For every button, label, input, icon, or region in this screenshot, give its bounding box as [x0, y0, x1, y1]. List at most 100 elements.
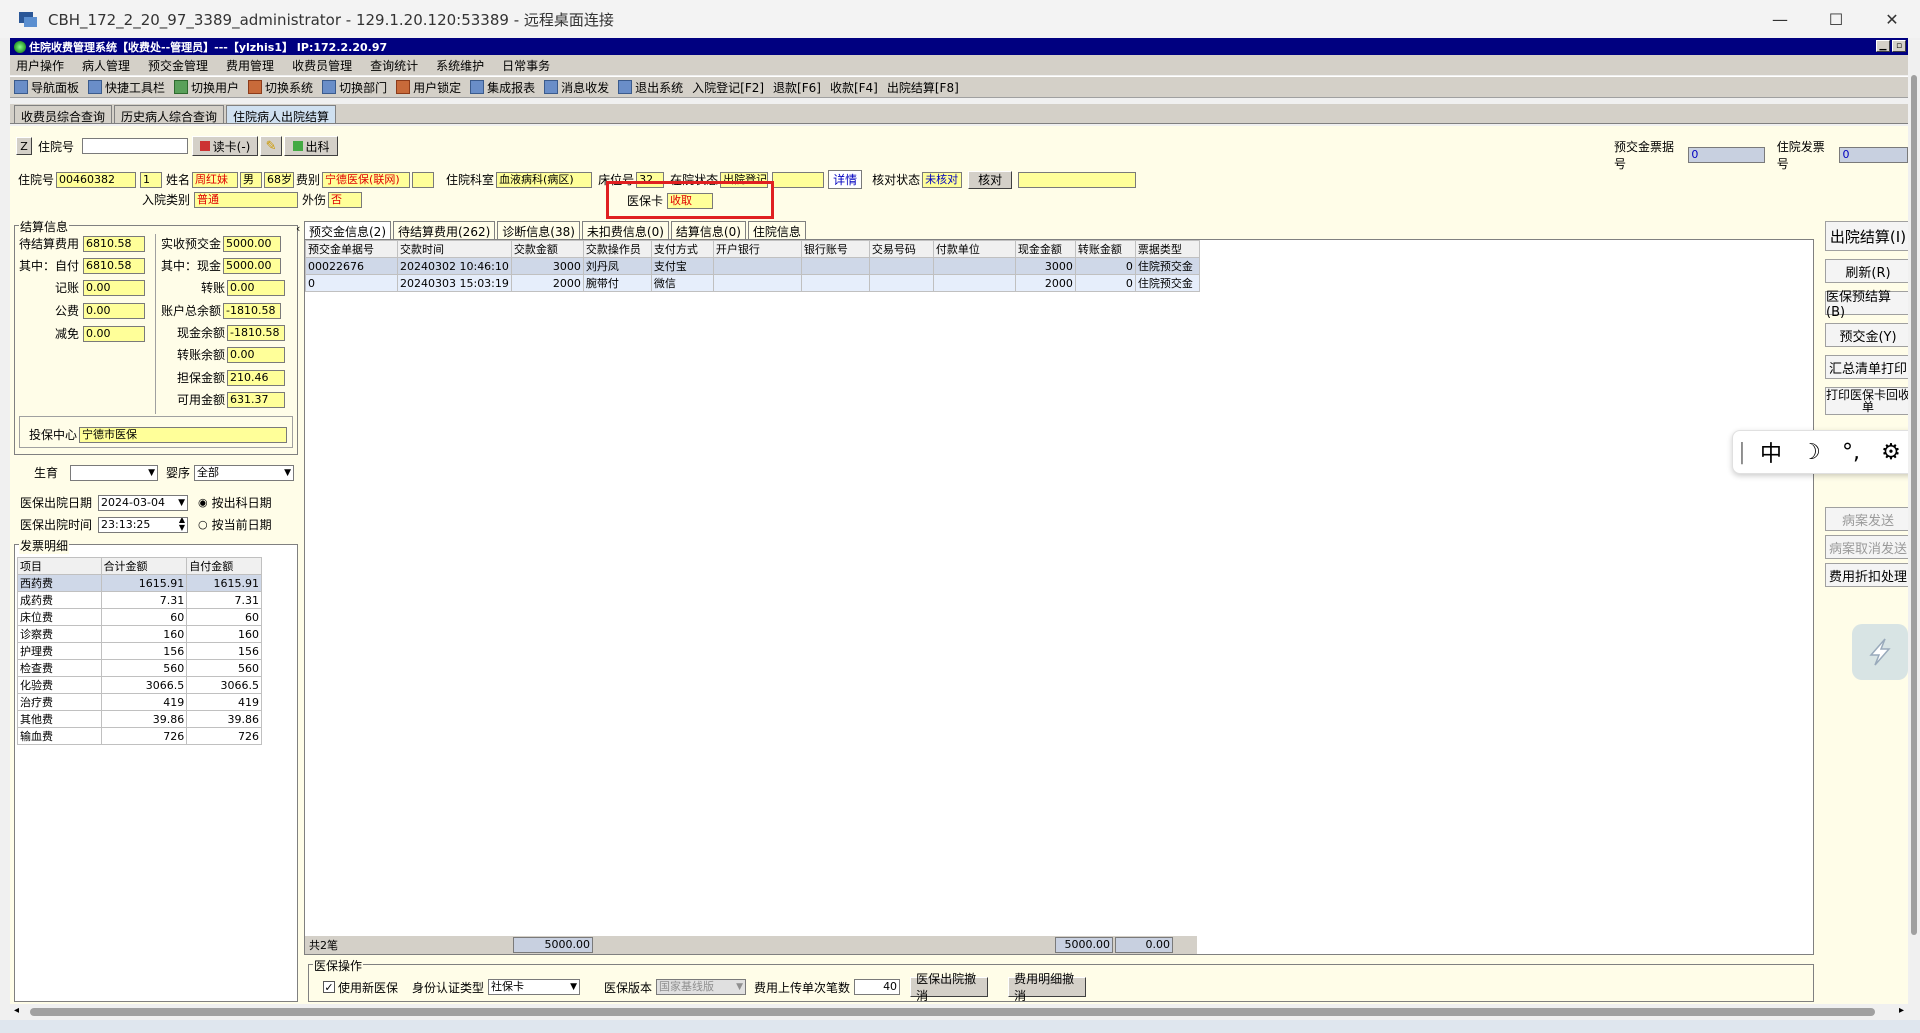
- invoice-no-field[interactable]: 0: [1839, 147, 1908, 163]
- table-row[interactable]: 化验费 3066.5 3066.5: [17, 676, 262, 694]
- toolbar-switch-user[interactable]: 切换用户: [174, 79, 239, 96]
- department-label: 住院科室: [446, 173, 495, 187]
- cancel-insurance-discharge-button[interactable]: 医保出院撤消: [910, 972, 989, 1003]
- table-row[interactable]: 检查费 560 560: [17, 659, 262, 677]
- menu-fee[interactable]: 费用管理: [226, 57, 274, 74]
- admission-no-search-input[interactable]: [82, 138, 189, 154]
- table-row[interactable]: 西药费 1615.91 1615.91: [17, 574, 262, 592]
- gear-icon[interactable]: ⚙: [1871, 440, 1911, 465]
- read-card-button[interactable]: 读卡(-): [192, 136, 259, 156]
- app-minimize-button[interactable]: ▁: [1876, 40, 1890, 52]
- radio-by-current[interactable]: ○: [198, 518, 208, 531]
- name-label: 姓名: [166, 173, 191, 187]
- discharge-department-button[interactable]: 出科: [284, 136, 339, 156]
- menu-patient[interactable]: 病人管理: [82, 57, 130, 74]
- toolbar-refund[interactable]: 退款[F6]: [773, 79, 821, 96]
- table-row[interactable]: 0 20240303 15:03:19 2000 腕带付 微信 2000 0 住…: [305, 274, 1200, 292]
- splitter-arrow-icon[interactable]: ‹: [296, 222, 300, 235]
- vertical-scrollbar[interactable]: [1908, 55, 1920, 1005]
- ime-drag-handle[interactable]: |: [1733, 440, 1751, 465]
- tab-undeducted[interactable]: 未扣费信息(0): [581, 221, 669, 241]
- toolbar-quick-tools[interactable]: 快捷工具栏: [88, 79, 165, 96]
- detail-link[interactable]: 详情: [828, 170, 863, 189]
- toolbar-lock-user[interactable]: 用户锁定: [396, 79, 461, 96]
- scroll-right-icon[interactable]: ▸: [1899, 1005, 1904, 1016]
- discharge-date-picker[interactable]: 2024-03-04 ▼: [98, 494, 189, 511]
- menu-daily[interactable]: 日常事务: [502, 57, 550, 74]
- col-trade-no: 交易号码: [868, 240, 934, 258]
- close-button[interactable]: ✕: [1864, 0, 1920, 38]
- insurance-presettle-button[interactable]: 医保预结算(B): [1825, 290, 1911, 320]
- floating-assistant-icon[interactable]: [1852, 624, 1908, 680]
- menu-query[interactable]: 查询统计: [370, 57, 418, 74]
- check-status: 未核对: [922, 171, 963, 188]
- tab-inpatient-info[interactable]: 住院信息: [747, 221, 806, 241]
- horizontal-scroll-thumb[interactable]: [30, 1008, 1875, 1016]
- vertical-scroll-thumb[interactable]: [1911, 75, 1917, 935]
- toolbar-discharge-settle[interactable]: 出院结算[F8]: [887, 79, 959, 96]
- record-send-button[interactable]: 病案发送: [1825, 507, 1911, 531]
- toolbar-switch-system[interactable]: 切换系统: [248, 79, 313, 96]
- pen-button[interactable]: ✎: [260, 136, 283, 156]
- id-type-label: 身份认证类型: [412, 980, 485, 995]
- punctuation-icon[interactable]: °,: [1831, 440, 1871, 465]
- table-row[interactable]: 其他费 39.86 39.86: [17, 710, 262, 728]
- menu-user-ops[interactable]: 用户操作: [16, 57, 64, 74]
- check-button[interactable]: 核对: [968, 170, 1013, 189]
- table-row[interactable]: 成药费 7.31 7.31: [17, 591, 262, 609]
- id-type-select[interactable]: 社保卡 ▼: [488, 979, 581, 995]
- print-summary-button[interactable]: 汇总清单打印: [1825, 355, 1911, 379]
- tab-discharge-settlement[interactable]: 住院病人出院结算: [226, 105, 337, 124]
- horizontal-scrollbar[interactable]: ◂ ▸: [10, 1004, 1908, 1020]
- toolbar-navigation[interactable]: 导航面板: [14, 79, 79, 96]
- use-new-insurance-checkbox[interactable]: ✓: [323, 981, 335, 994]
- cancel-fee-detail-button[interactable]: 费用明细撤消: [1008, 972, 1087, 1003]
- table-row[interactable]: 诊察费 160 160: [17, 625, 262, 643]
- tab-settlement-info[interactable]: 结算信息(0): [670, 221, 746, 241]
- menu-system[interactable]: 系统维护: [436, 57, 484, 74]
- toolbar-exit[interactable]: 退出系统: [618, 79, 683, 96]
- radio-by-discharge[interactable]: ◉: [198, 496, 208, 509]
- print-card-receipt-button[interactable]: 打印医保卡回收单: [1825, 387, 1911, 415]
- tab-pending-fees[interactable]: 待结算费用(262): [393, 221, 496, 241]
- table-row[interactable]: 00022676 20240302 10:46:10 3000 刘丹凤 支付宝 …: [305, 257, 1200, 275]
- ime-toolbar: | 中 ☽ °, ⚙: [1732, 430, 1920, 474]
- menu-cashier[interactable]: 收费员管理: [292, 57, 352, 74]
- cash-balance-label: 现金余额: [177, 326, 226, 340]
- account-balance-label: 账户总余额: [161, 304, 222, 318]
- toolbar-switch-department[interactable]: 切换部门: [322, 79, 387, 96]
- birth-select[interactable]: ▼: [70, 464, 159, 481]
- main-panel: Z 住院号 读卡(-) ✎ 出科 预交金票据号 0 住院发票号 0 住院号 00…: [10, 126, 1911, 1004]
- ime-chinese-toggle[interactable]: 中: [1751, 436, 1791, 468]
- table-row[interactable]: 输血费 726 726: [17, 727, 262, 745]
- record-cancel-send-button[interactable]: 病案取消发送: [1825, 535, 1911, 559]
- tab-diagnosis[interactable]: 诊断信息(38): [497, 221, 580, 241]
- table-row[interactable]: 护理费 156 156: [17, 642, 262, 660]
- menu-prepay[interactable]: 预交金管理: [148, 57, 208, 74]
- right-action-panel: 出院结算(I) 刷新(R) 医保预结算(B) 预交金(Y) 汇总清单打印 打印医…: [1825, 221, 1911, 595]
- prepay-receipt-field[interactable]: 0: [1688, 147, 1765, 163]
- table-row[interactable]: 治疗费 419 419: [17, 693, 262, 711]
- table-row[interactable]: 床位费 60 60: [17, 608, 262, 626]
- minimize-button[interactable]: —: [1752, 0, 1808, 38]
- maximize-button[interactable]: ☐: [1808, 0, 1864, 38]
- discharge-time-spinner[interactable]: 23:13:25 ▲ ▼: [98, 516, 189, 533]
- baby-select[interactable]: 全部 ▼: [194, 464, 295, 481]
- tab-cashier-query[interactable]: 收费员综合查询: [14, 105, 113, 124]
- toolbar-admission[interactable]: 入院登记[F2]: [692, 79, 764, 96]
- moon-icon[interactable]: ☽: [1791, 440, 1831, 465]
- toolbar-messages[interactable]: 消息收发: [544, 79, 609, 96]
- discharge-settle-button[interactable]: 出院结算(I): [1825, 221, 1911, 251]
- z-button[interactable]: Z: [16, 137, 32, 155]
- app-restore-button[interactable]: ▫: [1892, 40, 1906, 52]
- tab-prepay-info[interactable]: 预交金信息(2): [304, 221, 391, 241]
- scroll-left-icon[interactable]: ◂: [14, 1005, 19, 1016]
- upload-count-input[interactable]: 40: [854, 979, 901, 995]
- tab-history-patient-query[interactable]: 历史病人综合查询: [114, 105, 225, 124]
- toolbar-reports[interactable]: 集成报表: [470, 79, 535, 96]
- refresh-button[interactable]: 刷新(R): [1825, 259, 1911, 283]
- fee-discount-button[interactable]: 费用折扣处理: [1825, 563, 1911, 587]
- toolbar-collect[interactable]: 收款[F4]: [830, 79, 878, 96]
- version-select[interactable]: 国家基线版 ▼: [656, 979, 747, 995]
- prepay-button[interactable]: 预交金(Y): [1825, 323, 1911, 347]
